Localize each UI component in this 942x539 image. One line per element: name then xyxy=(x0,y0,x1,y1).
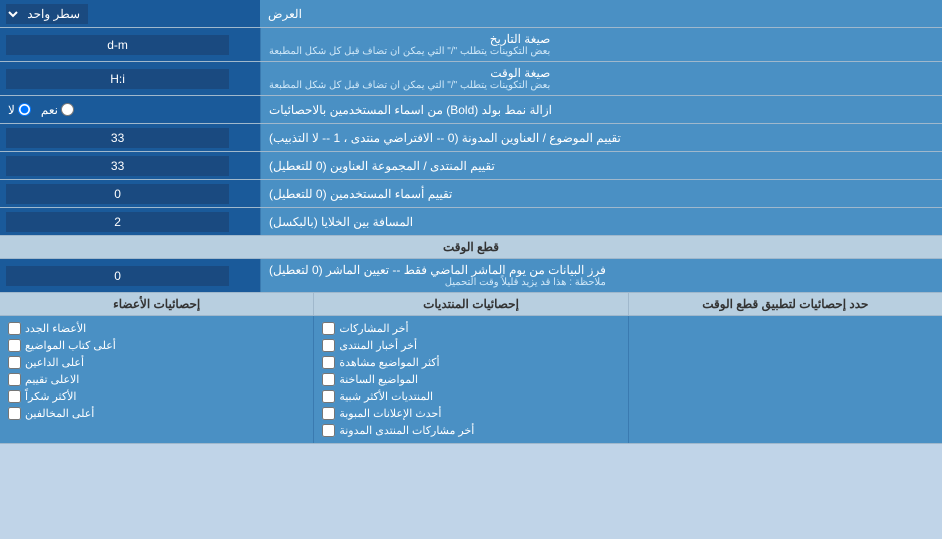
date-format-input-area xyxy=(0,28,260,61)
user-sort-row: تقييم أسماء المستخدمين (0 للتعطيل) xyxy=(0,180,942,208)
stats-col1-header: إحصائيات الأعضاء xyxy=(0,293,313,315)
stat-mostthanked-checkbox[interactable] xyxy=(8,390,21,403)
stat-item-ads: أحدث الإعلانات المبوبة xyxy=(322,405,619,422)
stat-item-mostviewed: أكثر المواضيع مشاهدة xyxy=(322,354,619,371)
stat-item-mostthanked: الأكثر شكراً xyxy=(8,388,305,405)
stat-forum-posts-checkbox[interactable] xyxy=(322,424,335,437)
time-cutoff-input-area xyxy=(0,259,260,292)
topic-sort-label: تقييم الموضوع / العناوين المدونة (0 -- ا… xyxy=(260,124,942,151)
forum-sort-row: تقييم المنتدى / المجموعة العناوين (0 للت… xyxy=(0,152,942,180)
stats-col1-content: الأعضاء الجدد أعلى كتاب المواضيع أعلى ال… xyxy=(0,316,313,443)
forum-sort-input-area xyxy=(0,152,260,179)
stat-shares-checkbox[interactable] xyxy=(322,322,335,335)
date-format-input[interactable] xyxy=(6,35,229,55)
stat-topwriters-checkbox[interactable] xyxy=(8,339,21,352)
time-format-input[interactable] xyxy=(6,69,229,89)
user-sort-input-area xyxy=(0,180,260,207)
display-select[interactable]: سطر واحد سطرين ثلاثة أسطر xyxy=(6,4,88,24)
bold-remove-no-radio[interactable] xyxy=(18,103,31,116)
display-row: العرض سطر واحد سطرين ثلاثة أسطر xyxy=(0,0,942,28)
bold-remove-no-label[interactable]: لا xyxy=(8,103,31,117)
forum-sort-input[interactable] xyxy=(6,156,229,176)
stats-header-row: حدد إحصائيات لتطبيق قطع الوقت إحصائيات ا… xyxy=(0,293,942,316)
stat-topviolators-checkbox[interactable] xyxy=(8,407,21,420)
forum-sort-label: تقييم المنتدى / المجموعة العناوين (0 للت… xyxy=(260,152,942,179)
stats-col2-header: إحصائيات المنتديات xyxy=(313,293,627,315)
cell-spacing-input-area xyxy=(0,208,260,235)
bold-remove-yes-label[interactable]: نعم xyxy=(41,103,74,117)
stat-item-news: أخر أخبار المنتدى xyxy=(322,337,619,354)
stat-item-topwriters: أعلى كتاب المواضيع xyxy=(8,337,305,354)
time-cutoff-row: فرز البيانات من يوم الماشر الماضي فقط --… xyxy=(0,259,942,293)
cell-spacing-input[interactable] xyxy=(6,212,229,232)
stat-newmembers-checkbox[interactable] xyxy=(8,322,21,335)
stat-item-forum-posts: أخر مشاركات المنتدى المدونة xyxy=(322,422,619,439)
stat-mostviewed-checkbox[interactable] xyxy=(322,356,335,369)
stat-news-checkbox[interactable] xyxy=(322,339,335,352)
user-sort-label: تقييم أسماء المستخدمين (0 للتعطيل) xyxy=(260,180,942,207)
stat-item-topinviters: أعلى الداعين xyxy=(8,354,305,371)
stat-item-hot: المواضيع الساخنة xyxy=(322,371,619,388)
display-label: العرض xyxy=(260,0,942,27)
display-select-area: سطر واحد سطرين ثلاثة أسطر xyxy=(0,0,260,27)
time-format-label: صيغة الوقت بعض التكوينات يتطلب "/" التي … xyxy=(260,62,942,95)
time-format-row: صيغة الوقت بعض التكوينات يتطلب "/" التي … xyxy=(0,62,942,96)
stats-right-area xyxy=(628,316,942,443)
time-format-input-area xyxy=(0,62,260,95)
stats-section: حدد إحصائيات لتطبيق قطع الوقت إحصائيات ا… xyxy=(0,293,942,444)
stats-content: أخر المشاركات أخر أخبار المنتدى أكثر الم… xyxy=(0,316,942,443)
stats-col2-content: أخر المشاركات أخر أخبار المنتدى أكثر الم… xyxy=(313,316,627,443)
time-cutoff-input[interactable] xyxy=(6,266,229,286)
time-cutoff-header: قطع الوقت xyxy=(0,236,942,259)
bold-remove-radio-area: نعم لا xyxy=(0,96,260,123)
stat-item-shares: أخر المشاركات xyxy=(322,320,619,337)
date-format-row: صيغة التاريخ بعض التكوينات يتطلب "/" الت… xyxy=(0,28,942,62)
stat-item-newmembers: الأعضاء الجدد xyxy=(8,320,305,337)
cell-spacing-row: المسافة بين الخلايا (بالبكسل) xyxy=(0,208,942,236)
bold-remove-label: ازالة نمط بولد (Bold) من اسماء المستخدمي… xyxy=(260,96,942,123)
stat-item-toprated: الاعلى تقييم xyxy=(8,371,305,388)
date-format-label: صيغة التاريخ بعض التكوينات يتطلب "/" الت… xyxy=(260,28,942,61)
stat-item-similar: المنتديات الأكثر شبية xyxy=(322,388,619,405)
stats-col3-header: حدد إحصائيات لتطبيق قطع الوقت xyxy=(628,293,942,315)
bold-remove-row: ازالة نمط بولد (Bold) من اسماء المستخدمي… xyxy=(0,96,942,124)
user-sort-input[interactable] xyxy=(6,184,229,204)
stat-toprated-checkbox[interactable] xyxy=(8,373,21,386)
topic-sort-input[interactable] xyxy=(6,128,229,148)
stat-topinviters-checkbox[interactable] xyxy=(8,356,21,369)
cell-spacing-label: المسافة بين الخلايا (بالبكسل) xyxy=(260,208,942,235)
bold-remove-yes-radio[interactable] xyxy=(61,103,74,116)
main-container: العرض سطر واحد سطرين ثلاثة أسطر صيغة الت… xyxy=(0,0,942,444)
time-cutoff-label: فرز البيانات من يوم الماشر الماضي فقط --… xyxy=(260,259,942,292)
topic-sort-row: تقييم الموضوع / العناوين المدونة (0 -- ا… xyxy=(0,124,942,152)
topic-sort-input-area xyxy=(0,124,260,151)
stat-item-topviolators: أعلى المخالفين xyxy=(8,405,305,422)
stat-ads-checkbox[interactable] xyxy=(322,407,335,420)
stat-hot-checkbox[interactable] xyxy=(322,373,335,386)
stat-similar-checkbox[interactable] xyxy=(322,390,335,403)
